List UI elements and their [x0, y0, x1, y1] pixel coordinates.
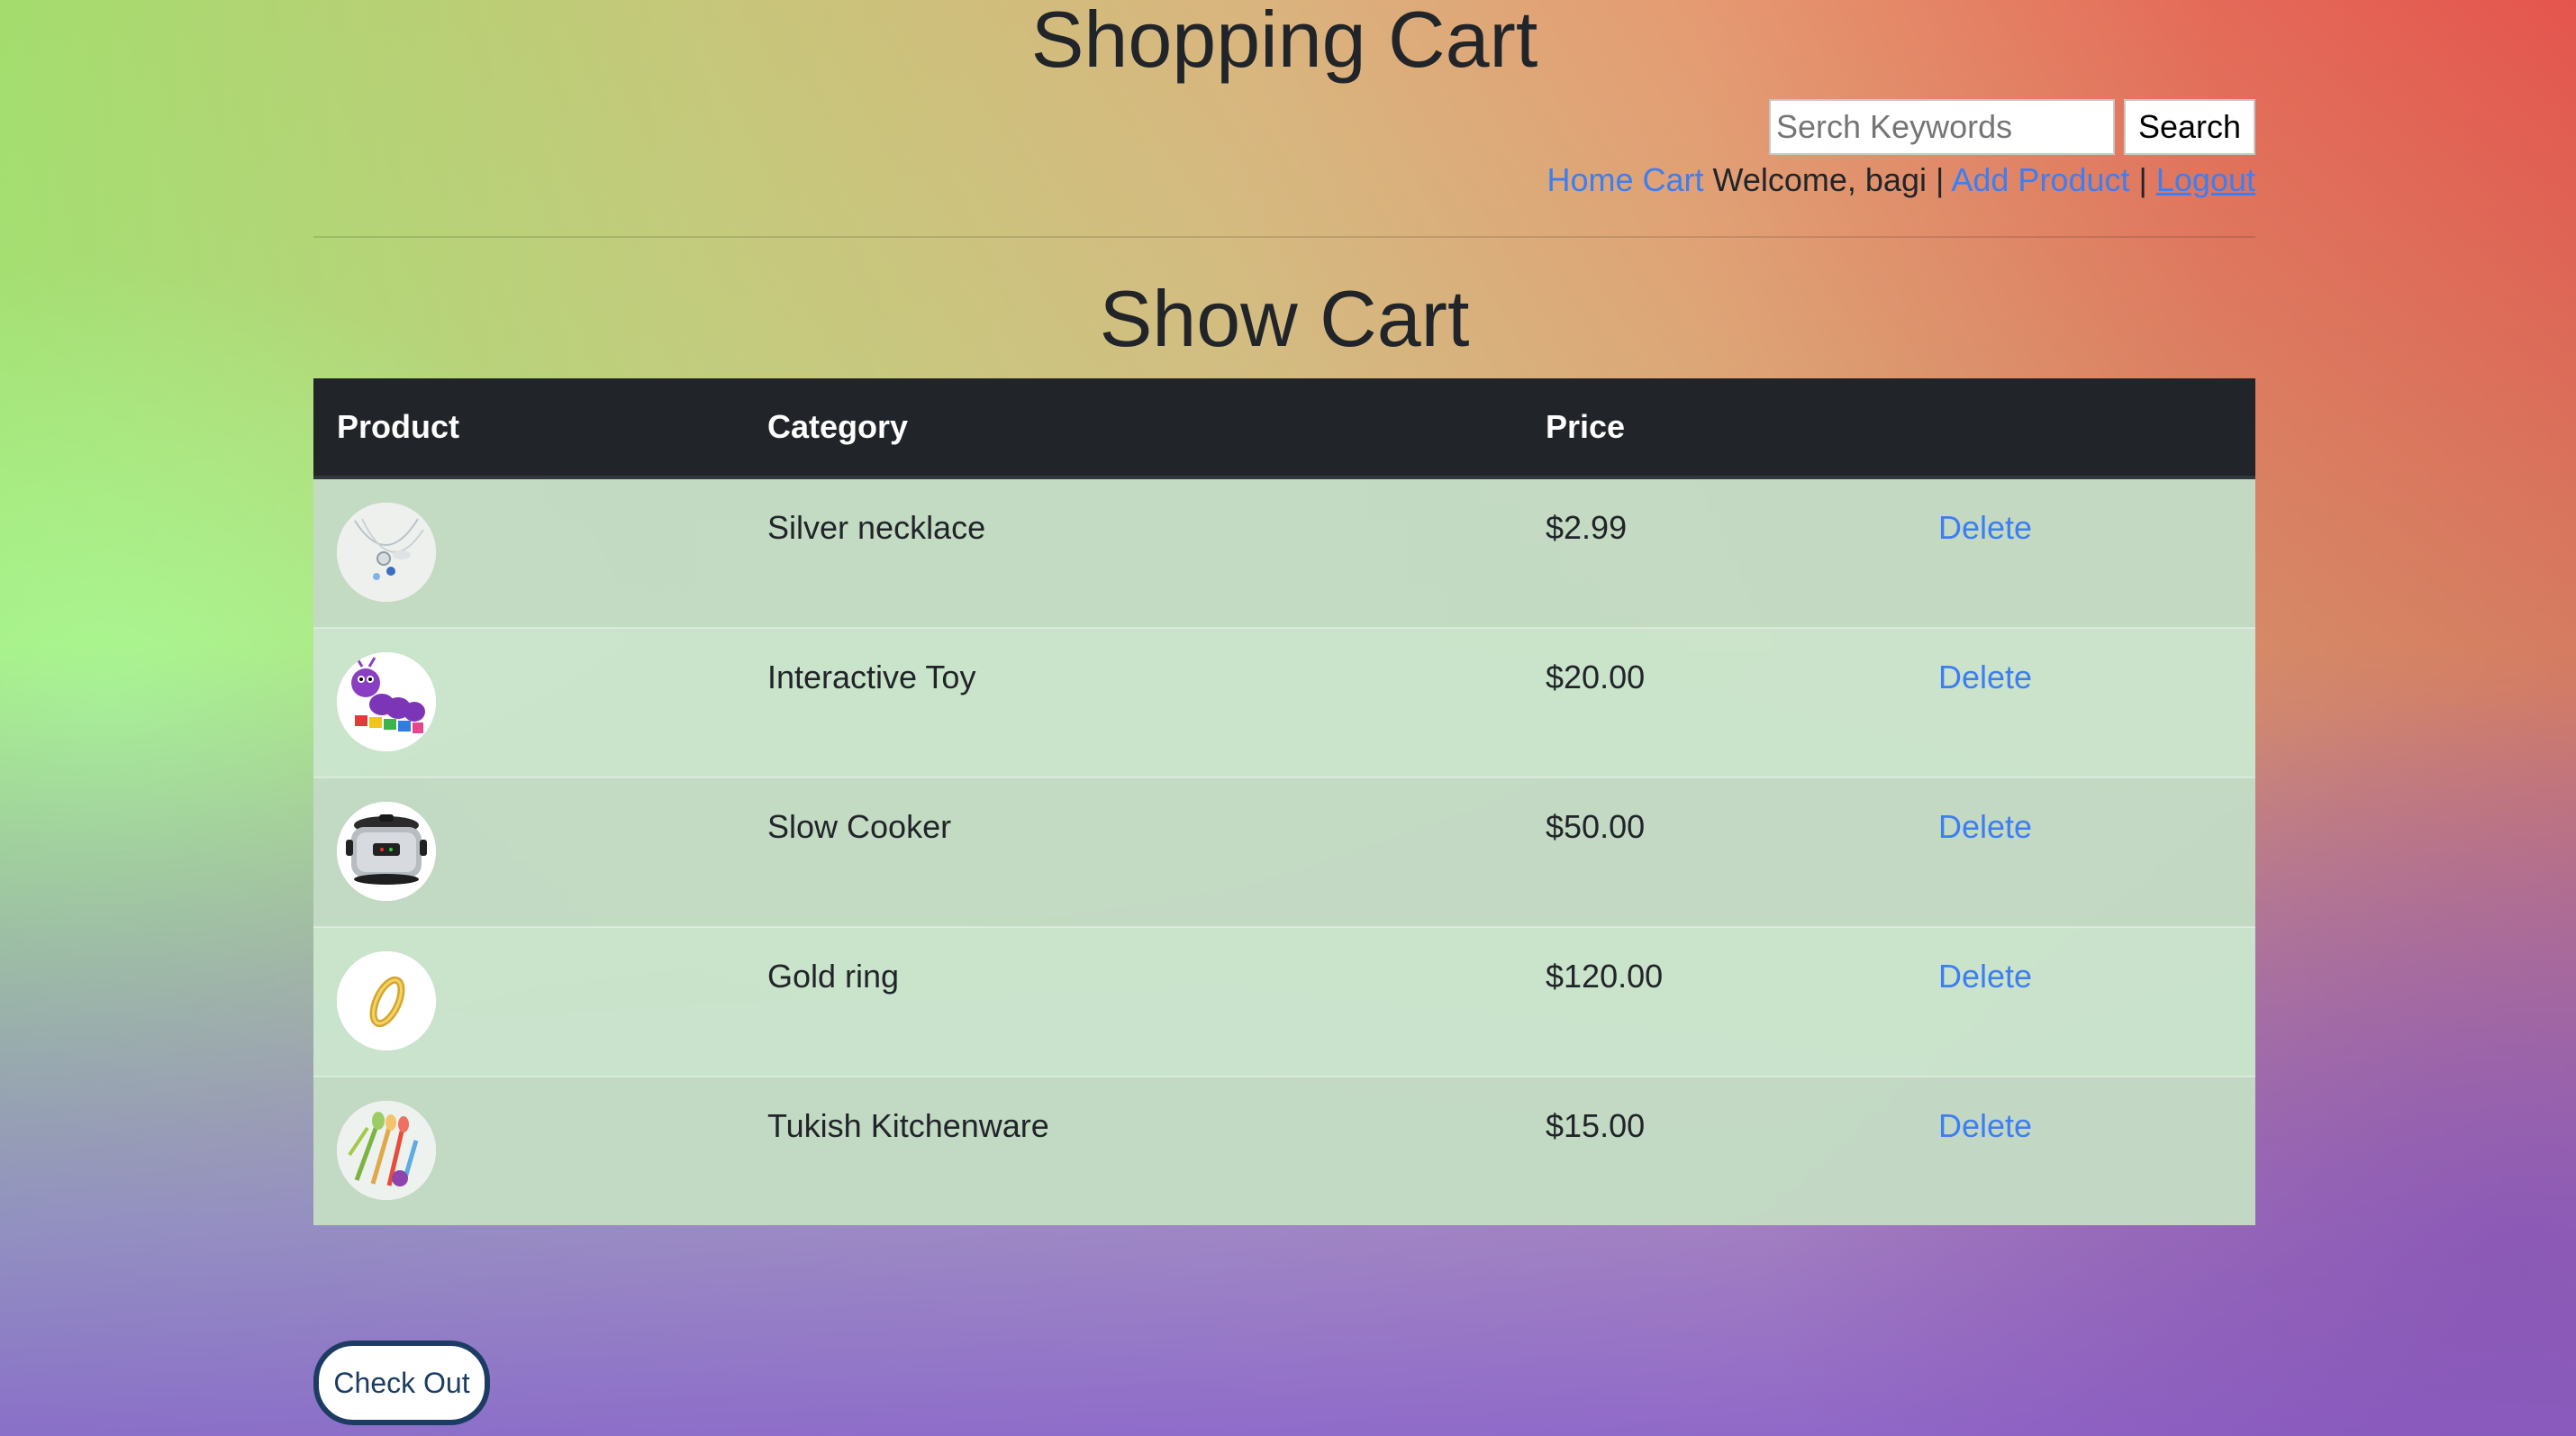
price-cell: $15.00 — [1522, 1076, 1915, 1225]
header-divider — [313, 236, 2255, 238]
product-cell — [313, 1076, 744, 1225]
kitchen-utensils-image — [337, 1101, 436, 1200]
product-cell — [313, 926, 744, 1077]
table-row: Slow Cooker $50.00 Delete — [313, 777, 2255, 927]
toy-caterpillar-image — [337, 652, 436, 751]
price-cell: $50.00 — [1522, 777, 1915, 927]
price-text: $15.00 — [1546, 1107, 1646, 1144]
product-cell — [313, 477, 744, 628]
delete-link[interactable]: Delete — [1938, 953, 2032, 1000]
price-cell: $2.99 — [1522, 477, 1915, 628]
cart-table-header: Product Category Price — [313, 378, 2255, 479]
table-row: Silver necklace $2.99 Delete — [313, 477, 2255, 628]
nav-separator: | — [2138, 161, 2147, 198]
category-text: Silver necklace — [767, 509, 986, 546]
table-header-row: Product Category Price — [313, 378, 2255, 479]
price-cell: $120.00 — [1522, 926, 1915, 1077]
search-form: Search — [1769, 99, 2255, 155]
table-row: Interactive Toy $20.00 Delete — [313, 627, 2255, 777]
column-header-actions — [1915, 378, 2255, 479]
section-title: Show Cart — [1099, 274, 1470, 363]
action-cell: Delete — [1915, 477, 2255, 628]
category-cell: Tukish Kitchenware — [744, 1076, 1522, 1225]
category-cell: Slow Cooker — [744, 777, 1522, 927]
nav-add-product-link[interactable]: Add Product — [1951, 161, 2129, 198]
delete-link[interactable]: Delete — [1938, 804, 2032, 850]
gold-ring-image — [337, 951, 436, 1050]
nav-logout-link[interactable]: Logout — [2156, 161, 2255, 198]
delete-link[interactable]: Delete — [1938, 504, 2032, 551]
action-cell: Delete — [1915, 926, 2255, 1077]
category-cell: Interactive Toy — [744, 627, 1522, 777]
table-row: Tukish Kitchenware $15.00 Delete — [313, 1076, 2255, 1225]
nav-separator: | — [1936, 161, 1945, 198]
column-header-product: Product — [313, 378, 744, 479]
action-cell: Delete — [1915, 1076, 2255, 1225]
checkout-button[interactable]: Check Out — [313, 1341, 490, 1425]
search-button[interactable]: Search — [2124, 99, 2255, 155]
action-cell: Delete — [1915, 627, 2255, 777]
site-title: Shopping Cart — [1030, 0, 1538, 84]
category-cell: Silver necklace — [744, 477, 1522, 628]
delete-link[interactable]: Delete — [1938, 1103, 2032, 1150]
price-text: $50.00 — [1546, 808, 1646, 845]
category-text: Tukish Kitchenware — [767, 1107, 1049, 1144]
price-text: $120.00 — [1546, 958, 1664, 995]
column-header-category: Category — [744, 378, 1522, 479]
product-cell — [313, 777, 744, 927]
delete-link[interactable]: Delete — [1938, 654, 2032, 701]
nav-home-link[interactable]: Home — [1547, 161, 1633, 198]
top-nav: Home Cart Welcome, bagi | Add Product | … — [1547, 159, 2255, 202]
category-text: Slow Cooker — [767, 808, 952, 845]
nav-cart-link[interactable]: Cart — [1643, 161, 1704, 198]
price-cell: $20.00 — [1522, 627, 1915, 777]
price-text: $2.99 — [1546, 509, 1628, 546]
product-cell — [313, 627, 744, 777]
action-cell: Delete — [1915, 777, 2255, 927]
price-text: $20.00 — [1546, 659, 1646, 695]
table-row: Gold ring $120.00 Delete — [313, 926, 2255, 1077]
cart-table: Product Category Price Silver necklace $… — [313, 378, 2255, 1225]
necklace-image — [337, 503, 436, 602]
category-text: Gold ring — [767, 958, 900, 995]
welcome-text: Welcome, bagi — [1712, 161, 1927, 198]
cart-table-body: Silver necklace $2.99 Delete Interactive… — [313, 477, 2255, 1225]
category-text: Interactive Toy — [767, 659, 976, 695]
column-header-price: Price — [1522, 378, 1915, 479]
category-cell: Gold ring — [744, 926, 1522, 1077]
page-container: Shopping Cart Search Home Cart Welcome, … — [313, 0, 2255, 1436]
search-input[interactable] — [1769, 99, 2115, 155]
slow-cooker-image — [337, 802, 436, 901]
